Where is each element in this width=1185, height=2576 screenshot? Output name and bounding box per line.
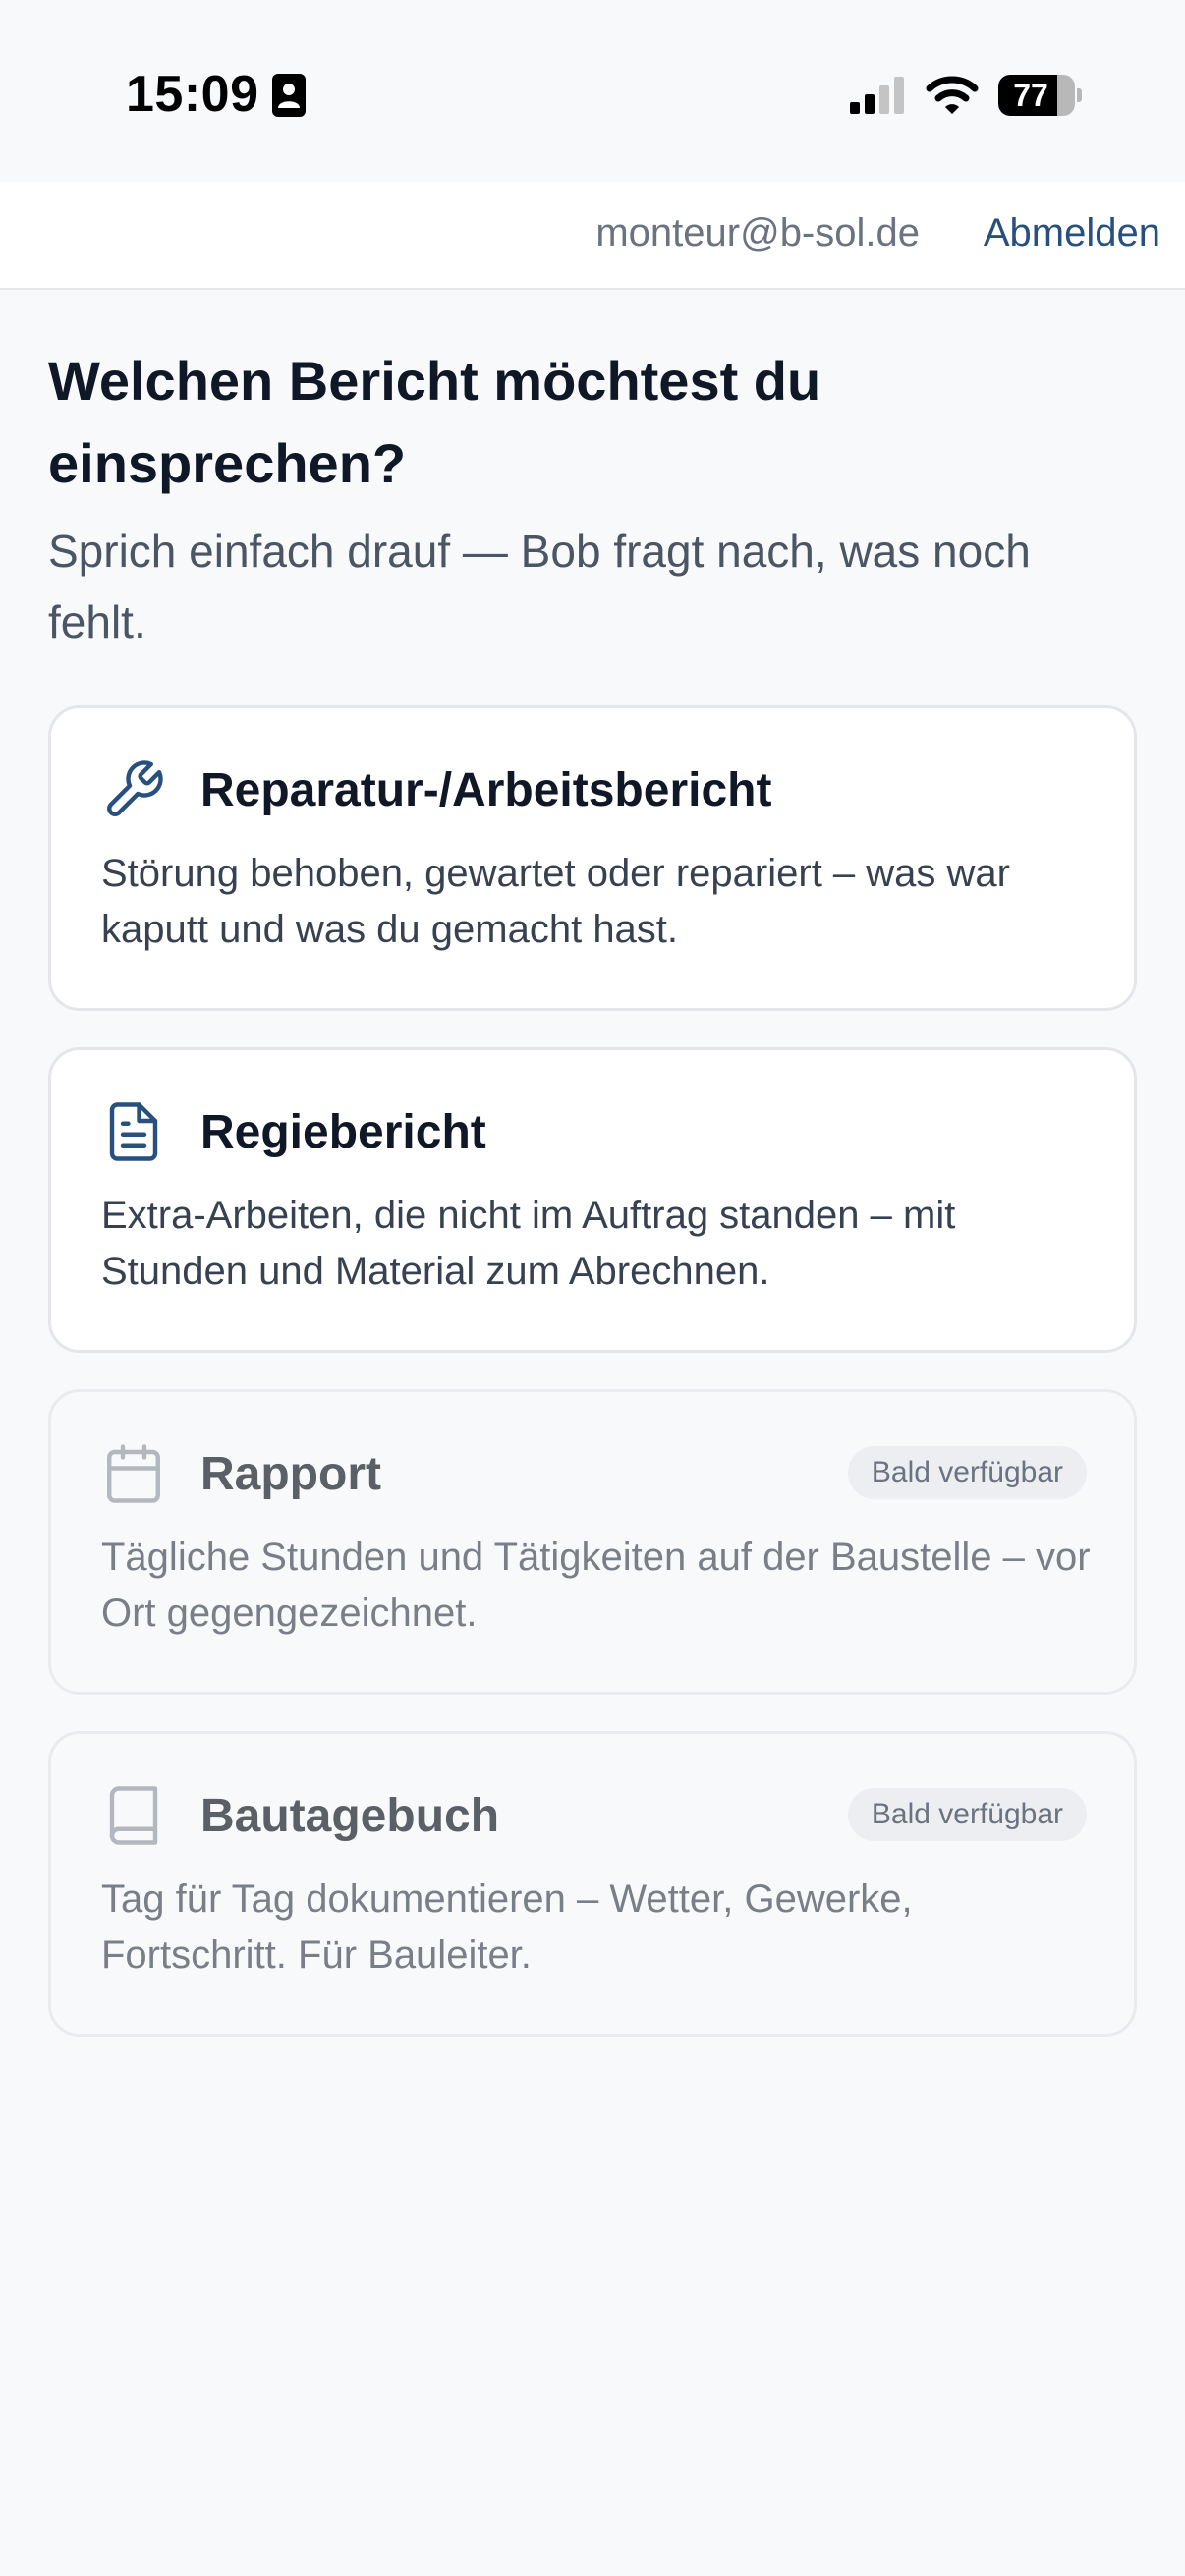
card-title: Bautagebuch xyxy=(200,1790,500,1842)
status-bar: 15:09 77 xyxy=(0,0,1185,182)
logout-button[interactable]: Abmelden xyxy=(984,211,1160,255)
report-card-regiebericht[interactable]: Regiebericht Extra-Arbeiten, die nicht i… xyxy=(48,1047,1137,1353)
report-card-rapport: Rapport Bald verfügbar Tägliche Stunden … xyxy=(48,1389,1137,1695)
card-title: Regiebericht xyxy=(200,1106,486,1158)
report-card-bautagebuch: Bautagebuch Bald verfügbar Tag für Tag d… xyxy=(48,1731,1137,2037)
app-header: monteur@b-sol.de Abmelden xyxy=(0,182,1185,290)
coming-soon-badge: Bald verfügbar xyxy=(847,1788,1087,1841)
card-title: Rapport xyxy=(200,1448,381,1500)
status-time: 15:09 xyxy=(126,66,259,123)
card-title: Reparatur-/Arbeitsbericht xyxy=(200,764,772,816)
coming-soon-badge: Bald verfügbar xyxy=(847,1446,1087,1499)
report-card-reparatur[interactable]: Reparatur-/Arbeitsbericht Störung behobe… xyxy=(48,705,1137,1011)
battery-body: 77 xyxy=(998,75,1075,116)
card-description: Extra-Arbeiten, die nicht im Auftrag sta… xyxy=(101,1194,956,1293)
battery-level: 77 xyxy=(1013,78,1048,113)
page-title: Welchen Bericht möchtest du einsprechen? xyxy=(48,350,821,494)
page-subtitle: Sprich einfach drauf — Bob fragt nach, w… xyxy=(48,526,1031,647)
card-description: Tägliche Stunden und Tätigkeiten auf der… xyxy=(101,1536,1091,1635)
card-description: Tag für Tag dokumentieren – Wetter, Gewe… xyxy=(101,1877,913,1977)
cellular-signal-icon xyxy=(850,77,904,114)
user-email: monteur@b-sol.de xyxy=(595,211,920,254)
wrench-icon xyxy=(107,760,163,816)
document-icon xyxy=(109,1102,158,1161)
battery-tip xyxy=(1077,88,1082,102)
card-description: Störung behoben, gewartet oder repariert… xyxy=(101,852,1010,951)
book-icon xyxy=(109,1786,158,1845)
battery-indicator: 77 xyxy=(998,75,1082,116)
contact-card-icon xyxy=(272,74,306,117)
calendar-icon xyxy=(107,1444,160,1503)
wifi-icon xyxy=(926,76,979,114)
